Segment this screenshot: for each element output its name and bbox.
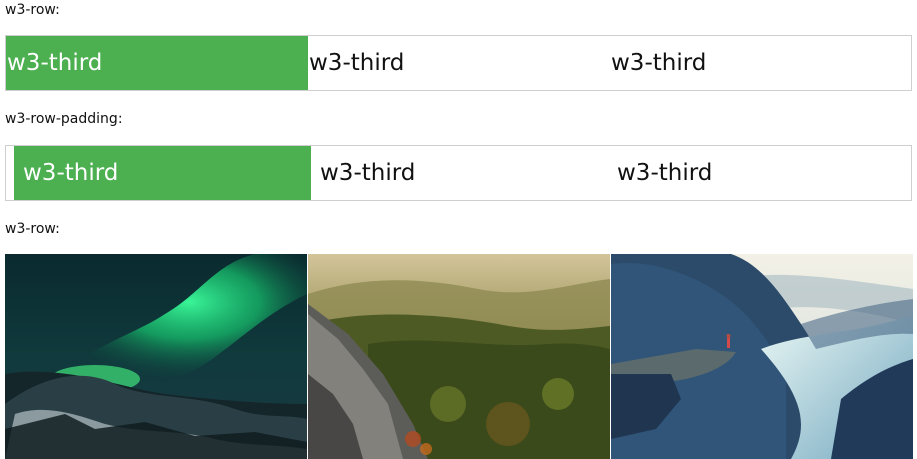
northern-lights-image	[5, 254, 307, 459]
w3-third-cell: w3-third	[320, 160, 416, 186]
page: w3-row: w3-third w3-third w3-third w3-ro…	[0, 0, 917, 459]
image-row	[5, 254, 913, 459]
fjord-cliff-photo	[611, 254, 913, 459]
section-caption-row: w3-row:	[5, 2, 60, 18]
w3-third-cell: w3-third	[611, 50, 707, 76]
w3-third-cell: w3-third	[617, 160, 713, 186]
w3-third-cell: w3-third	[14, 146, 311, 200]
section-caption-image-row: w3-row:	[5, 221, 60, 237]
forest-mountains-photo	[308, 254, 610, 459]
w3-row-padding-container: w3-third w3-third w3-third	[5, 145, 912, 201]
northern-lights-photo	[5, 254, 307, 459]
w3-third-cell: w3-third	[6, 36, 308, 90]
fjord-cliff-image	[611, 254, 913, 459]
w3-row-container: w3-third w3-third w3-third	[5, 35, 912, 91]
forest-mountains-image	[308, 254, 610, 459]
w3-third-cell: w3-third	[309, 50, 405, 76]
section-caption-row-padding: w3-row-padding:	[5, 111, 123, 127]
